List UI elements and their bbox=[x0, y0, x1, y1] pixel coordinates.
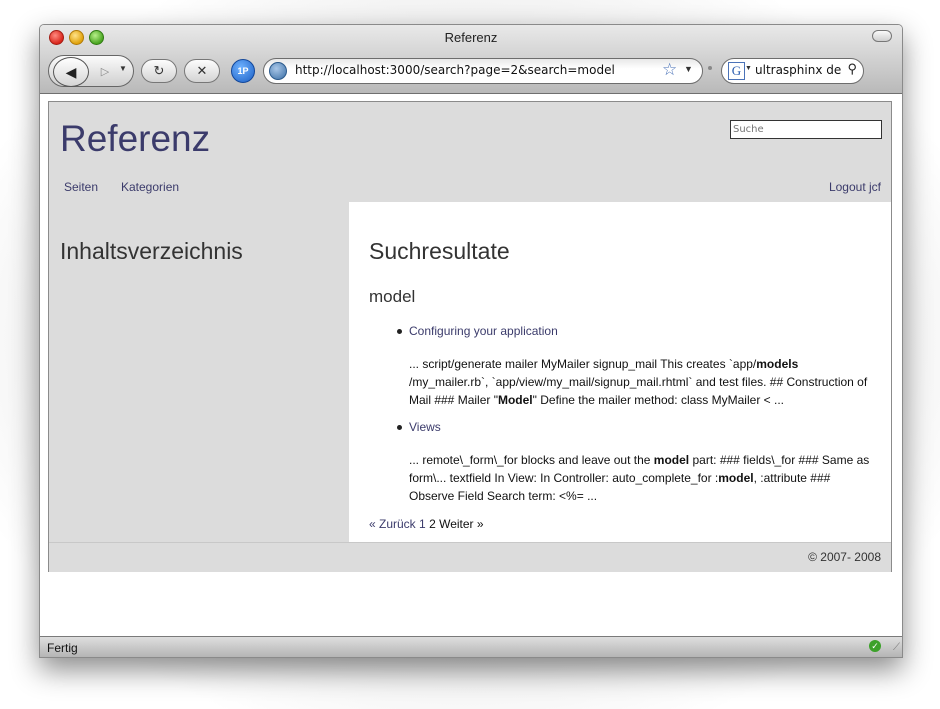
web-content: Referenz Seiten Kategorien Logout jcf In… bbox=[40, 94, 902, 636]
status-text: Fertig bbox=[47, 641, 78, 655]
pager-page-1-link[interactable]: 1 bbox=[419, 517, 426, 531]
forward-button[interactable]: ▷ bbox=[93, 61, 117, 81]
browser-search-input[interactable] bbox=[755, 62, 843, 78]
onepassword-button[interactable]: 1P bbox=[231, 59, 255, 83]
result-link[interactable]: Configuring your application bbox=[397, 324, 558, 338]
bookmark-star-icon[interactable]: ☆ bbox=[662, 60, 677, 80]
reload-button[interactable]: ↻ bbox=[141, 59, 177, 83]
forward-arrow-icon: ▷ bbox=[100, 65, 110, 78]
window-title: Referenz bbox=[444, 30, 498, 45]
reload-icon: ↻ bbox=[153, 63, 165, 78]
google-icon[interactable]: G bbox=[728, 62, 745, 80]
back-forward-group: ◀ ▷ ▼ bbox=[48, 55, 134, 87]
stop-icon: ✕ bbox=[196, 63, 208, 78]
resize-grip-icon[interactable]: ⟋ bbox=[893, 642, 900, 653]
logout-link[interactable]: Logout jcf bbox=[829, 180, 881, 194]
pager-next-link[interactable]: Weiter » bbox=[439, 517, 483, 531]
url-dropdown-caret-icon[interactable]: ▼ bbox=[684, 64, 693, 74]
status-bar: Fertig ✓ ⟋ bbox=[40, 636, 902, 657]
pager-prev-link[interactable]: « Zurück bbox=[369, 517, 416, 531]
search-engine-caret-icon[interactable]: ▼ bbox=[745, 65, 752, 72]
site-logo[interactable]: Referenz bbox=[60, 118, 210, 160]
sidebar-title: Inhaltsverzeichnis bbox=[60, 238, 243, 264]
back-button[interactable]: ◀ bbox=[53, 57, 89, 87]
result-title-row: Configuring your application bbox=[369, 324, 869, 338]
back-arrow-icon: ◀ bbox=[65, 63, 77, 80]
stop-button[interactable]: ✕ bbox=[184, 59, 220, 83]
onepassword-icon: 1P bbox=[237, 66, 249, 76]
globe-icon bbox=[269, 62, 287, 80]
toolbar-toggle-button[interactable] bbox=[872, 30, 892, 42]
pagination: « Zurück 1 2 Weiter » bbox=[369, 517, 484, 531]
nav-link-kategorien[interactable]: Kategorien bbox=[121, 180, 179, 194]
site-header: Referenz Seiten Kategorien Logout jcf bbox=[49, 102, 891, 202]
url-input[interactable] bbox=[291, 61, 649, 79]
site-search-input[interactable] bbox=[730, 120, 882, 139]
result-title-row: Views bbox=[369, 420, 869, 434]
browser-window: Referenz ◀ ▷ ▼ ↻ ✕ 1P ☆ ▼ G ▼ ⚲ Referenz bbox=[39, 24, 903, 658]
result-snippet: ... remote\_form\_for blocks and leave o… bbox=[409, 453, 870, 503]
title-bar: Referenz ◀ ▷ ▼ ↻ ✕ 1P ☆ ▼ G ▼ ⚲ bbox=[40, 25, 902, 94]
toolbar-separator bbox=[708, 66, 712, 70]
nav-link-seiten[interactable]: Seiten bbox=[64, 180, 98, 194]
pager-current-page: 2 bbox=[429, 517, 436, 531]
sidebar: Inhaltsverzeichnis bbox=[49, 202, 349, 542]
list-item: Configuring your application ... script/… bbox=[369, 324, 869, 409]
check-icon: ✓ bbox=[869, 640, 881, 652]
bullet-icon bbox=[397, 329, 402, 334]
site-footer: © 2007- 2008 bbox=[49, 542, 891, 572]
search-query-heading: model bbox=[369, 287, 416, 306]
search-icon[interactable]: ⚲ bbox=[847, 61, 857, 77]
main-content: Suchresultate model Configuring your app… bbox=[349, 202, 891, 542]
history-menu-caret-icon[interactable]: ▼ bbox=[119, 64, 127, 73]
result-link[interactable]: Views bbox=[397, 420, 441, 434]
site-page: Referenz Seiten Kategorien Logout jcf In… bbox=[48, 101, 892, 572]
browser-search-bar: G ▼ ⚲ bbox=[721, 58, 864, 84]
address-bar: ☆ ▼ bbox=[263, 58, 703, 84]
bullet-icon bbox=[397, 425, 402, 430]
result-snippet: ... script/generate mailer MyMailer sign… bbox=[409, 357, 868, 407]
list-item: Views ... remote\_form\_for blocks and l… bbox=[369, 420, 869, 505]
page-title: Suchresultate bbox=[369, 238, 510, 264]
copyright-text: © 2007- 2008 bbox=[808, 550, 881, 564]
